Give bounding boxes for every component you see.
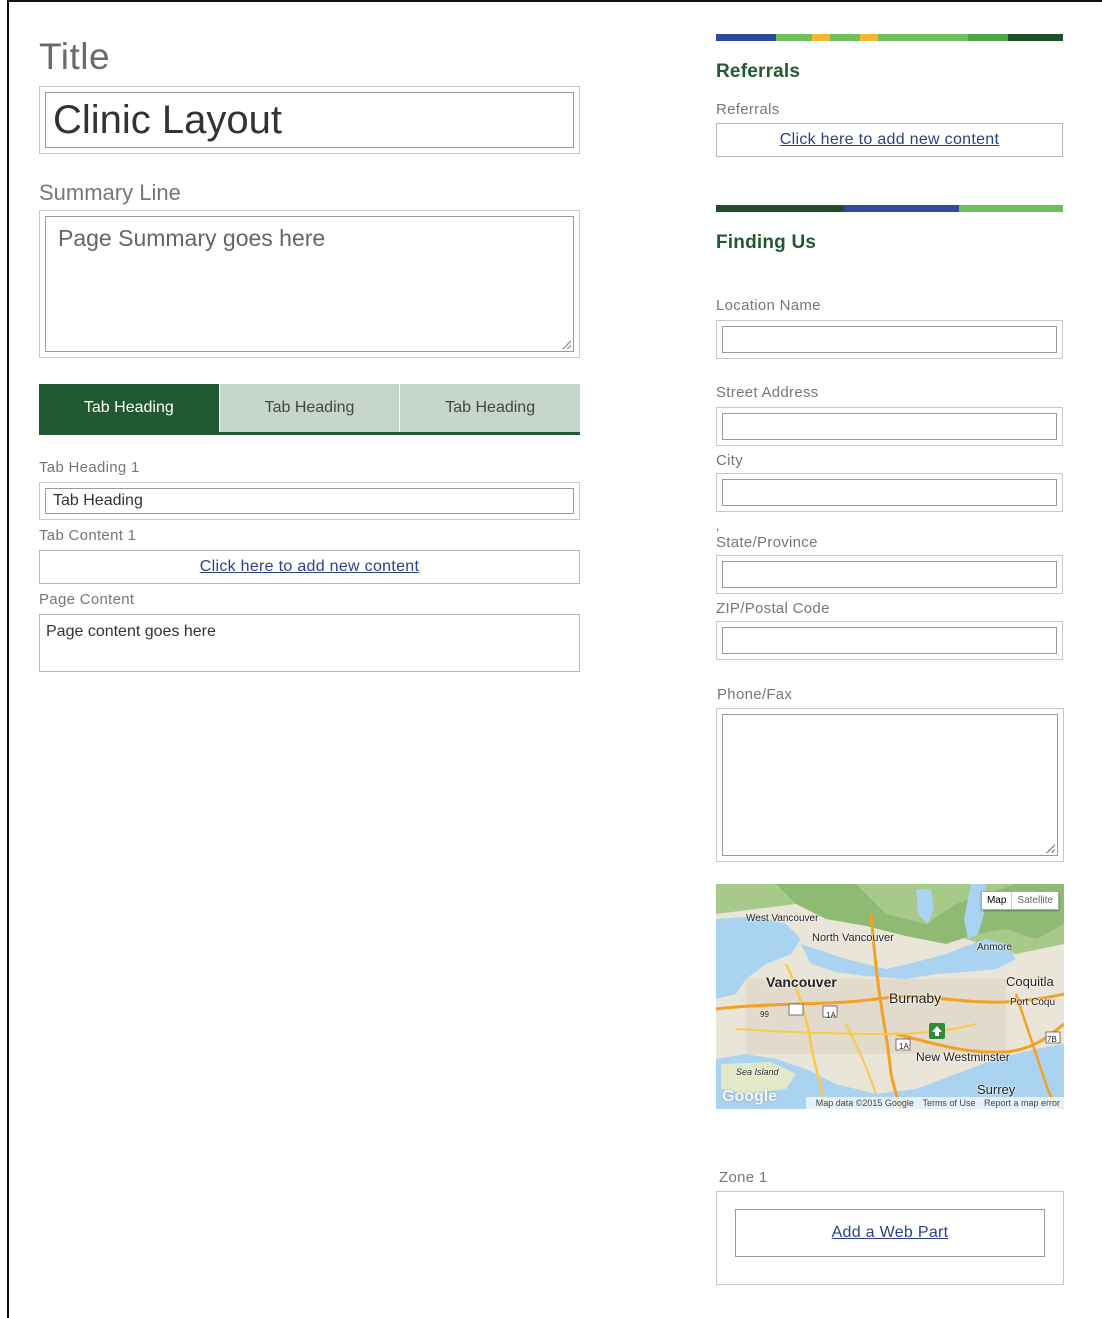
map-type-map-button[interactable]: Map [982,892,1013,909]
tab-content-1-label: Tab Content 1 [39,527,137,544]
summary-textarea[interactable]: Page Summary goes here [45,216,574,352]
finding-us-color-bar [716,205,1063,212]
summary-label: Summary Line [39,180,181,205]
page-content-editor[interactable]: Page content goes here [39,614,580,672]
map-terms-link[interactable]: Terms of Use [922,1098,975,1108]
zone-label: Zone 1 [719,1169,768,1186]
resize-handle-icon[interactable] [1046,844,1055,853]
zone-1: Add a Web Part [716,1191,1064,1285]
add-web-part-box: Add a Web Part [735,1209,1045,1257]
tab-content-1-box: Click here to add new content [39,550,580,584]
referrals-title: Referrals [716,61,801,82]
map-label-west-vancouver: West Vancouver [746,913,819,924]
title-field: Clinic Layout [39,86,580,154]
map-label-north-vancouver: North Vancouver [812,932,894,944]
state-province-label: State/Province [716,534,818,551]
location-name-label: Location Name [716,297,821,314]
tab-2[interactable]: Tab Heading [219,384,401,432]
location-map[interactable]: 99 1A 1A 7B West Vancouver North Vancouv… [716,884,1064,1109]
city-field [716,473,1063,512]
add-web-part-link[interactable]: Add a Web Part [832,1224,949,1242]
map-attribution: Map data ©2015 Google [815,1098,914,1108]
referrals-color-bar [716,34,1063,41]
tab-1[interactable]: Tab Heading [39,384,220,432]
title-label: Title [39,36,111,77]
phone-fax-label: Phone/Fax [717,686,793,703]
street-address-field [716,407,1063,446]
street-address-input[interactable] [722,413,1057,440]
address-separator: , [716,519,720,533]
map-label-vancouver: Vancouver [766,974,837,990]
add-content-link[interactable]: Click here to add new content [200,558,420,576]
phone-fax-textarea[interactable] [722,714,1058,856]
map-shield-1a-east: 1A [899,1042,909,1051]
phone-fax-field [716,708,1064,862]
street-address-label: Street Address [716,384,819,401]
city-label: City [716,452,744,469]
city-input[interactable] [722,479,1057,506]
map-attribution-bar: Map data ©2015 Google Terms of Use Repor… [805,1097,1064,1109]
location-name-field [716,320,1063,359]
state-province-field [716,555,1063,594]
map-label-anmore: Anmore [977,942,1013,953]
map-label-sea-island: Sea Island [736,1067,779,1077]
referrals-add-content-link[interactable]: Click here to add new content [780,131,1000,149]
map-shield-7b: 7B [1047,1035,1057,1044]
map-shield-1a: 1A [826,1011,836,1020]
title-input[interactable]: Clinic Layout [45,92,574,148]
zip-postal-input[interactable] [722,627,1057,654]
zip-postal-field [716,621,1063,660]
tab-3[interactable]: Tab Heading [400,384,581,432]
resize-handle-icon[interactable] [562,340,571,349]
zip-postal-label: ZIP/Postal Code [716,600,830,617]
map-label-port-coquitlam: Port Coqu [1010,997,1056,1008]
tab-bar: Tab Heading Tab Heading Tab Heading [39,384,581,435]
referrals-label: Referrals [716,101,780,118]
map-label-coquitlam: Coquitla [1006,974,1054,989]
map-label-new-westminster: New Westminster [916,1050,1010,1064]
referrals-box: Click here to add new content [716,123,1063,157]
finding-us-title: Finding Us [716,232,817,253]
location-name-input[interactable] [722,326,1057,353]
map-shield-99: 99 [760,1010,769,1019]
page-content-label: Page Content [39,591,135,608]
map-label-surrey: Surrey [977,1082,1016,1097]
summary-placeholder: Page Summary goes here [58,225,326,251]
state-province-input[interactable] [722,561,1057,588]
map-type-toggle: Map Satellite [980,891,1059,910]
tab-heading-1-field: Tab Heading [39,482,580,520]
google-logo: Google [722,1088,778,1105]
tab-heading-1-label: Tab Heading 1 [39,459,140,476]
tab-heading-1-input[interactable]: Tab Heading [45,488,574,514]
map-label-burnaby: Burnaby [889,990,942,1006]
main-column: Title Clinic Layout Summary Line Page Su… [39,30,581,672]
map-type-satellite-button[interactable]: Satellite [1012,892,1058,909]
summary-field: Page Summary goes here [39,210,580,358]
side-column: Referrals Referrals Click here to add ne… [716,34,1064,1285]
map-report-link[interactable]: Report a map error [984,1098,1060,1108]
